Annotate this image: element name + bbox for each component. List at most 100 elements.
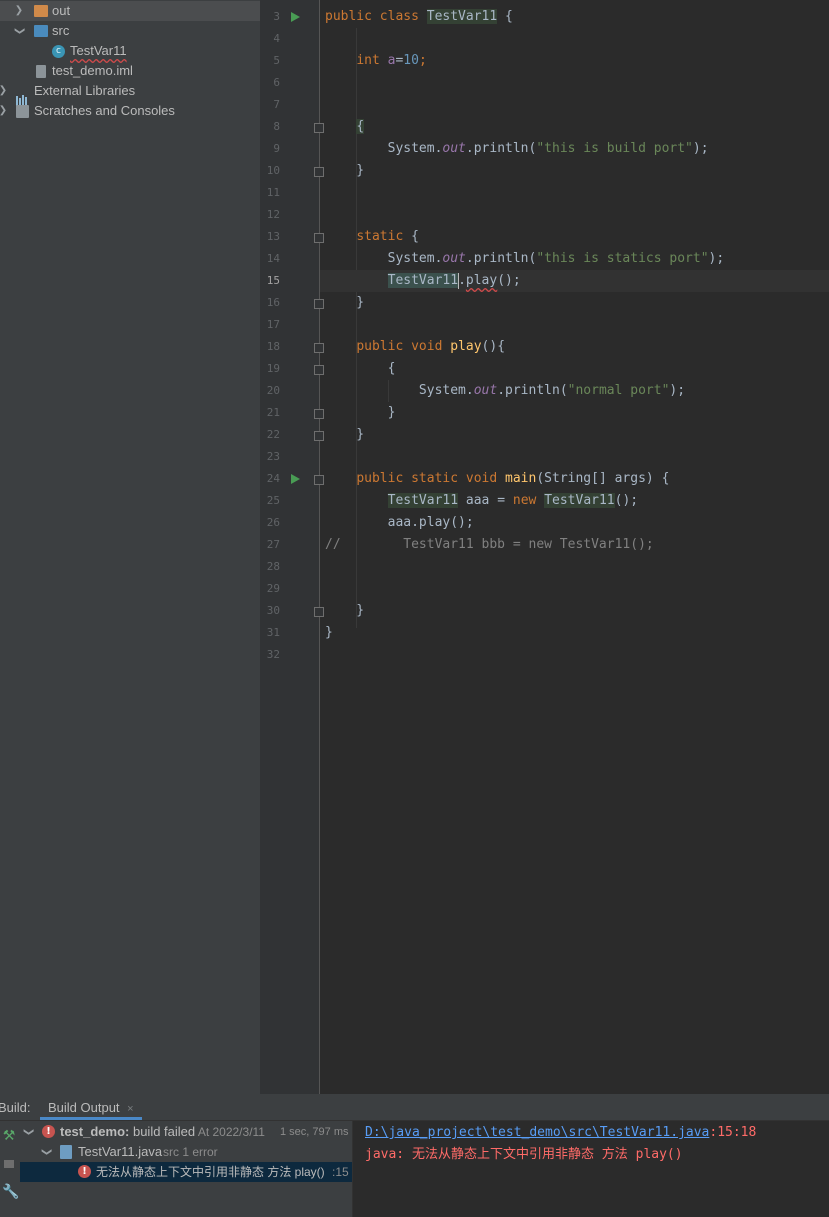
code-line: System.out.println("normal port");	[325, 383, 686, 398]
build-tree-root[interactable]: ❯ ! test_demo: build failed At 2022/3/11…	[20, 1122, 352, 1142]
tree-item-out[interactable]: ❯ out	[0, 1, 260, 21]
line-number: 18	[266, 340, 280, 353]
code-line: }	[325, 405, 396, 420]
tree-item-src[interactable]: ❯ src	[0, 21, 260, 41]
tree-item-label: Scratches and Consoles	[34, 103, 175, 118]
line-number: 30	[266, 604, 280, 617]
close-icon[interactable]: ×	[127, 1103, 133, 1115]
code-line-current: TestVar11.play();	[320, 270, 829, 292]
scratches-icon	[16, 105, 29, 118]
stop-icon[interactable]	[2, 1157, 16, 1171]
chevron-down-icon[interactable]: ❯	[18, 1128, 38, 1136]
tab-build-output[interactable]: Build Output ×	[40, 1094, 142, 1120]
build-timestamp: At 2022/3/11	[195, 1125, 265, 1139]
code-line: }	[325, 625, 333, 640]
tree-item-test-demo-iml[interactable]: test_demo.iml	[0, 61, 260, 81]
line-number: 10	[266, 164, 280, 177]
build-tool-window: Build: Build Output × ⚒ 🔧 ❯ ! test_demo:…	[0, 1094, 829, 1217]
code-line: {	[325, 361, 396, 376]
line-number: 21	[266, 406, 280, 419]
code-line: // TestVar11 bbb = new TestVar11();	[325, 537, 654, 552]
build-root-text: test_demo: build failed At 2022/3/11	[60, 1122, 265, 1142]
line-number: 5	[273, 54, 280, 67]
line-number: 24	[266, 472, 280, 485]
line-number: 29	[266, 582, 280, 595]
wrench-icon[interactable]: 🔧	[2, 1185, 19, 1199]
editor-gutter: 3 4 5 6 7 8 9 10 11 12 13 14 15 16 17 18…	[260, 0, 324, 1094]
chevron-right-icon[interactable]: ❯	[14, 1, 24, 21]
tree-item-label: out	[52, 3, 71, 18]
code-line: public class TestVar11 {	[325, 9, 513, 24]
line-number-current: 15	[266, 274, 280, 287]
source-folder-icon	[34, 25, 48, 37]
line-number: 11	[266, 186, 280, 199]
java-file-icon	[60, 1145, 72, 1159]
line-number: 28	[266, 560, 280, 573]
code-line: aaa.play();	[325, 515, 474, 530]
code-line: System.out.println("this is build port")…	[325, 141, 709, 156]
tab-active-indicator	[40, 1117, 142, 1120]
line-number: 7	[273, 98, 280, 111]
project-name: test_demo:	[60, 1124, 130, 1139]
code-line: {	[356, 119, 365, 134]
line-number: 32	[266, 648, 280, 661]
build-header: Build: Build Output ×	[0, 1094, 829, 1121]
line-number: 12	[266, 208, 280, 221]
line-number: 19	[266, 362, 280, 375]
code-line: }	[325, 427, 365, 442]
build-title: Build:	[0, 1100, 31, 1115]
error-position: :15:18	[709, 1125, 757, 1140]
module-file-icon	[36, 65, 46, 78]
code-line: }	[325, 603, 365, 618]
line-number: 9	[273, 142, 280, 155]
line-number: 13	[266, 230, 280, 243]
build-tree: ❯ ! test_demo: build failed At 2022/3/11…	[20, 1121, 353, 1217]
chevron-down-icon[interactable]: ❯	[36, 1148, 56, 1156]
folder-icon	[34, 5, 48, 17]
code-area[interactable]: public class TestVar11 { int a=10; { Sys…	[320, 0, 829, 1094]
libraries-icon	[16, 86, 30, 106]
error-message: 无法从静态上下文中引用非静态 方法 play()	[96, 1165, 325, 1179]
code-line: TestVar11 aaa = new TestVar11();	[387, 493, 639, 508]
line-number: 20	[266, 384, 280, 397]
code-line: static {	[356, 229, 419, 244]
line-number: 8	[273, 120, 280, 133]
tree-item-label: src	[52, 23, 70, 38]
tree-item-label: test_demo.iml	[52, 63, 133, 78]
build-tree-error[interactable]: ! 无法从静态上下文中引用非静态 方法 play() :15	[20, 1162, 352, 1182]
build-duration: 1 sec, 797 ms	[280, 1126, 349, 1138]
code-editor[interactable]: 3 4 5 6 7 8 9 10 11 12 13 14 15 16 17 18…	[260, 0, 829, 1094]
line-number: 6	[273, 76, 280, 89]
line-number: 17	[266, 318, 280, 331]
line-number: 25	[266, 494, 280, 507]
code-line: System.out.println("this is statics port…	[325, 251, 725, 266]
line-number: 22	[266, 428, 280, 441]
tree-item-external-libraries[interactable]: ❯ External Libraries	[0, 81, 260, 106]
error-icon: !	[78, 1165, 91, 1178]
tree-item-testvar11[interactable]: c TestVar11	[0, 41, 260, 61]
chevron-right-icon[interactable]: ❯	[0, 101, 8, 121]
console-line: D:\java_project\test_demo\src\TestVar11.…	[365, 1122, 756, 1144]
tree-item-label: TestVar11	[70, 43, 127, 58]
run-class-icon[interactable]	[291, 12, 300, 22]
file-info: src 1 error	[163, 1145, 218, 1159]
line-number: 4	[273, 32, 280, 45]
error-line: :15	[332, 1165, 349, 1179]
tree-item-scratches[interactable]: ❯ Scratches and Consoles	[0, 101, 260, 121]
build-tree-file[interactable]: ❯ TestVar11.java src 1 error	[20, 1142, 352, 1162]
build-console[interactable]: D:\java_project\test_demo\src\TestVar11.…	[353, 1121, 829, 1217]
file-path-link[interactable]: D:\java_project\test_demo\src\TestVar11.…	[365, 1125, 709, 1140]
code-line: }	[325, 295, 365, 310]
build-status: build failed	[129, 1124, 196, 1139]
code-line: int a=10;	[356, 53, 427, 68]
console-error-line: java: 无法从静态上下文中引用非静态 方法 play()	[365, 1147, 683, 1162]
run-main-icon[interactable]	[291, 474, 300, 484]
chevron-right-icon[interactable]: ❯	[0, 81, 8, 101]
file-name: TestVar11.java	[78, 1144, 163, 1159]
rebuild-icon[interactable]: ⚒	[2, 1129, 16, 1143]
error-icon: !	[42, 1125, 55, 1138]
line-number: 26	[266, 516, 280, 529]
line-number: 16	[266, 296, 280, 309]
chevron-down-icon[interactable]: ❯	[9, 26, 29, 36]
code-line: public void play(){	[356, 339, 506, 354]
